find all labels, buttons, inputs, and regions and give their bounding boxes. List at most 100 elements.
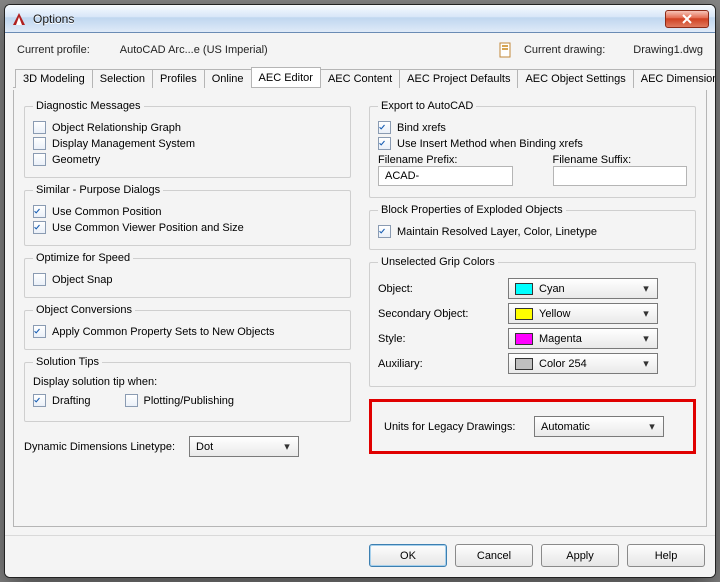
color-swatch xyxy=(515,358,533,370)
chevron-down-icon: ▾ xyxy=(645,420,659,433)
grip-object-select[interactable]: Cyan ▾ xyxy=(508,278,658,299)
group-grip-colors: Unselected Grip Colors Object: Cyan ▾ Se… xyxy=(369,256,696,387)
grip-style-label: Style: xyxy=(378,333,508,345)
tab-online[interactable]: Online xyxy=(204,69,252,88)
dialog-button-bar: OK Cancel Apply Help xyxy=(5,535,715,577)
group-diagnostic-messages: Diagnostic Messages Object Relationship … xyxy=(24,100,351,178)
app-icon xyxy=(11,11,27,27)
cancel-button[interactable]: Cancel xyxy=(455,544,533,567)
tab-aec-content[interactable]: AEC Content xyxy=(320,69,400,88)
chevron-down-icon: ▾ xyxy=(639,357,653,370)
titlebar[interactable]: Options xyxy=(5,5,715,33)
legacy-units-value: Automatic xyxy=(541,421,639,433)
ok-button[interactable]: OK xyxy=(369,544,447,567)
lbl-geometry: Geometry xyxy=(52,154,100,166)
current-profile-label: Current profile: xyxy=(17,44,90,56)
prefix-label: Filename Prefix: xyxy=(378,154,513,166)
legend-diagnostic: Diagnostic Messages xyxy=(33,100,144,112)
grip-style-value: Magenta xyxy=(539,333,633,345)
tab-aec-dimension[interactable]: AEC Dimension xyxy=(633,69,716,88)
drawing-icon xyxy=(498,42,514,58)
profile-bar: Current profile: AutoCAD Arc...e (US Imp… xyxy=(13,39,707,61)
dynamic-linetype-select[interactable]: Dot ▾ xyxy=(189,436,299,457)
tab-bar: 3D Modeling Selection Profiles Online AE… xyxy=(13,67,707,88)
lbl-display-management-system: Display Management System xyxy=(52,138,195,150)
grip-style-select[interactable]: Magenta ▾ xyxy=(508,328,658,349)
grip-secondary-label: Secondary Object: xyxy=(378,308,508,320)
apply-button[interactable]: Apply xyxy=(541,544,619,567)
chk-display-management-system[interactable] xyxy=(33,137,46,150)
tips-subhead: Display solution tip when: xyxy=(33,376,342,388)
grip-secondary-select[interactable]: Yellow ▾ xyxy=(508,303,658,324)
legend-similar: Similar - Purpose Dialogs xyxy=(33,184,163,196)
help-button[interactable]: Help xyxy=(627,544,705,567)
right-column: Export to AutoCAD Bind xrefs Use Insert … xyxy=(369,100,696,520)
grip-auxiliary-select[interactable]: Color 254 ▾ xyxy=(508,353,658,374)
chk-apply-common-property-sets[interactable] xyxy=(33,325,46,338)
legend-export: Export to AutoCAD xyxy=(378,100,476,112)
tab-aec-editor[interactable]: AEC Editor xyxy=(251,67,321,87)
chk-object-snap[interactable] xyxy=(33,273,46,286)
grip-object-label: Object: xyxy=(378,283,508,295)
left-column: Diagnostic Messages Object Relationship … xyxy=(24,100,351,520)
lbl-use-common-position: Use Common Position xyxy=(52,206,161,218)
filename-prefix-input[interactable] xyxy=(378,166,513,186)
dynamic-linetype-value: Dot xyxy=(196,441,274,453)
color-swatch xyxy=(515,283,533,295)
current-profile-value: AutoCAD Arc...e (US Imperial) xyxy=(120,44,268,56)
lbl-object-snap: Object Snap xyxy=(52,274,113,286)
chevron-down-icon: ▾ xyxy=(280,440,294,453)
group-similar-dialogs: Similar - Purpose Dialogs Use Common Pos… xyxy=(24,184,351,246)
color-swatch xyxy=(515,308,533,320)
lbl-maintain-resolved: Maintain Resolved Layer, Color, Linetype xyxy=(397,226,597,238)
legacy-units-select[interactable]: Automatic ▾ xyxy=(534,416,664,437)
dynamic-linetype-label: Dynamic Dimensions Linetype: xyxy=(24,441,175,453)
chk-use-common-position[interactable] xyxy=(33,205,46,218)
grip-object-value: Cyan xyxy=(539,283,633,295)
chevron-down-icon: ▾ xyxy=(639,307,653,320)
chk-use-common-viewer[interactable] xyxy=(33,221,46,234)
filename-suffix-input[interactable] xyxy=(553,166,688,186)
lbl-use-common-viewer: Use Common Viewer Position and Size xyxy=(52,222,244,234)
legend-speed: Optimize for Speed xyxy=(33,252,133,264)
chk-maintain-resolved[interactable] xyxy=(378,225,391,238)
legend-tips: Solution Tips xyxy=(33,356,102,368)
dialog-content: Current profile: AutoCAD Arc...e (US Imp… xyxy=(5,33,715,535)
chk-geometry[interactable] xyxy=(33,153,46,166)
color-swatch xyxy=(515,333,533,345)
legacy-units-label: Units for Legacy Drawings: xyxy=(384,421,534,433)
tab-profiles[interactable]: Profiles xyxy=(152,69,205,88)
group-export-autocad: Export to AutoCAD Bind xrefs Use Insert … xyxy=(369,100,696,198)
legend-conversions: Object Conversions xyxy=(33,304,135,316)
lbl-bind-xrefs: Bind xrefs xyxy=(397,122,446,134)
grip-secondary-value: Yellow xyxy=(539,308,633,320)
tab-3d-modeling[interactable]: 3D Modeling xyxy=(15,69,93,88)
options-window: Options Current profile: AutoCAD Arc...e… xyxy=(4,4,716,578)
legend-grip: Unselected Grip Colors xyxy=(378,256,498,268)
group-solution-tips: Solution Tips Display solution tip when:… xyxy=(24,356,351,422)
chk-drafting[interactable] xyxy=(33,394,46,407)
tab-aec-object-settings[interactable]: AEC Object Settings xyxy=(517,69,633,88)
tab-panel: Diagnostic Messages Object Relationship … xyxy=(13,90,707,527)
grip-auxiliary-value: Color 254 xyxy=(539,358,633,370)
lbl-apply-common-property-sets: Apply Common Property Sets to New Object… xyxy=(52,326,275,338)
chevron-down-icon: ▾ xyxy=(639,282,653,295)
chevron-down-icon: ▾ xyxy=(639,332,653,345)
tab-aec-project-defaults[interactable]: AEC Project Defaults xyxy=(399,69,518,88)
group-block-properties: Block Properties of Exploded Objects Mai… xyxy=(369,204,696,250)
group-legacy-units-highlight: Units for Legacy Drawings: Automatic ▾ xyxy=(369,399,696,454)
tab-selection[interactable]: Selection xyxy=(92,69,153,88)
close-button[interactable] xyxy=(665,10,709,28)
chk-bind-xrefs[interactable] xyxy=(378,121,391,134)
grip-auxiliary-label: Auxiliary: xyxy=(378,358,508,370)
chk-insert-method[interactable] xyxy=(378,137,391,150)
lbl-plotting-publishing: Plotting/Publishing xyxy=(144,395,235,407)
group-object-conversions: Object Conversions Apply Common Property… xyxy=(24,304,351,350)
chk-object-relationship-graph[interactable] xyxy=(33,121,46,134)
group-optimize-speed: Optimize for Speed Object Snap xyxy=(24,252,351,298)
dynamic-linetype-row: Dynamic Dimensions Linetype: Dot ▾ xyxy=(24,436,351,457)
chk-plotting-publishing[interactable] xyxy=(125,394,138,407)
lbl-drafting: Drafting xyxy=(52,395,91,407)
window-title: Options xyxy=(33,12,665,26)
lbl-object-relationship-graph: Object Relationship Graph xyxy=(52,122,181,134)
